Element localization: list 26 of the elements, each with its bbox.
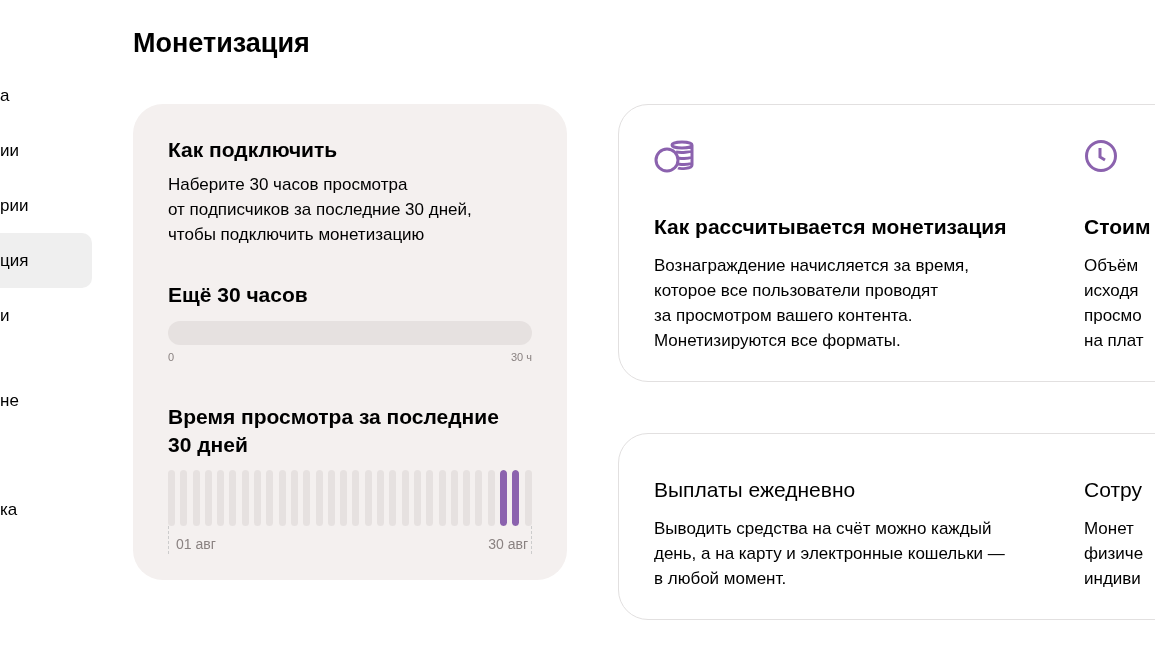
info-text: Вознаграждение начисляется за время, которое все пользователи проводят за просмотром вашего контента. Монетизируются все форматы. — [654, 255, 971, 352]
card-text: Наберите 30 часов просмотра от подписчиков за последние 30 дней, чтобы подключить монетизацию — [168, 174, 473, 246]
info-text: Монет физиче индиви — [1084, 518, 1145, 590]
date-label: 01 авг — [176, 535, 216, 552]
info-text: Выводить средства на счёт можно каждый день, а на карту и электронные кошельки — в любой момент. — [654, 518, 1006, 590]
progress-title: Ещё 30 часов — [168, 283, 309, 307]
coins-icon — [654, 139, 694, 173]
sidebar-item[interactable]: не — [0, 373, 92, 428]
info-title: Стоим — [1084, 215, 1152, 239]
page-title: Монетизация — [133, 28, 311, 59]
card-title: Как подключить — [168, 138, 339, 162]
clock-icon — [1084, 139, 1118, 173]
date-label: 30 авг — [488, 535, 528, 552]
history-title: Время просмотра за последние 30 дней — [168, 404, 500, 459]
info-text: Объём исходя просмо на плат — [1084, 255, 1145, 352]
sidebar-item[interactable]: ии — [0, 123, 92, 178]
info-title: Сотру — [1084, 478, 1143, 502]
sidebar-item[interactable]: и — [0, 288, 92, 343]
sidebar-item[interactable]: ция — [0, 233, 92, 288]
info-title: Выплаты ежедневно — [654, 478, 857, 502]
sidebar-item[interactable]: рии — [0, 178, 92, 233]
sidebar-item[interactable]: ка — [0, 482, 92, 537]
scale-label: 30 ч — [510, 351, 532, 363]
sidebar-item[interactable]: а — [0, 68, 92, 123]
scale-label: 0 — [168, 351, 175, 363]
info-title: Как рассчитывается монетизация — [654, 215, 1008, 239]
